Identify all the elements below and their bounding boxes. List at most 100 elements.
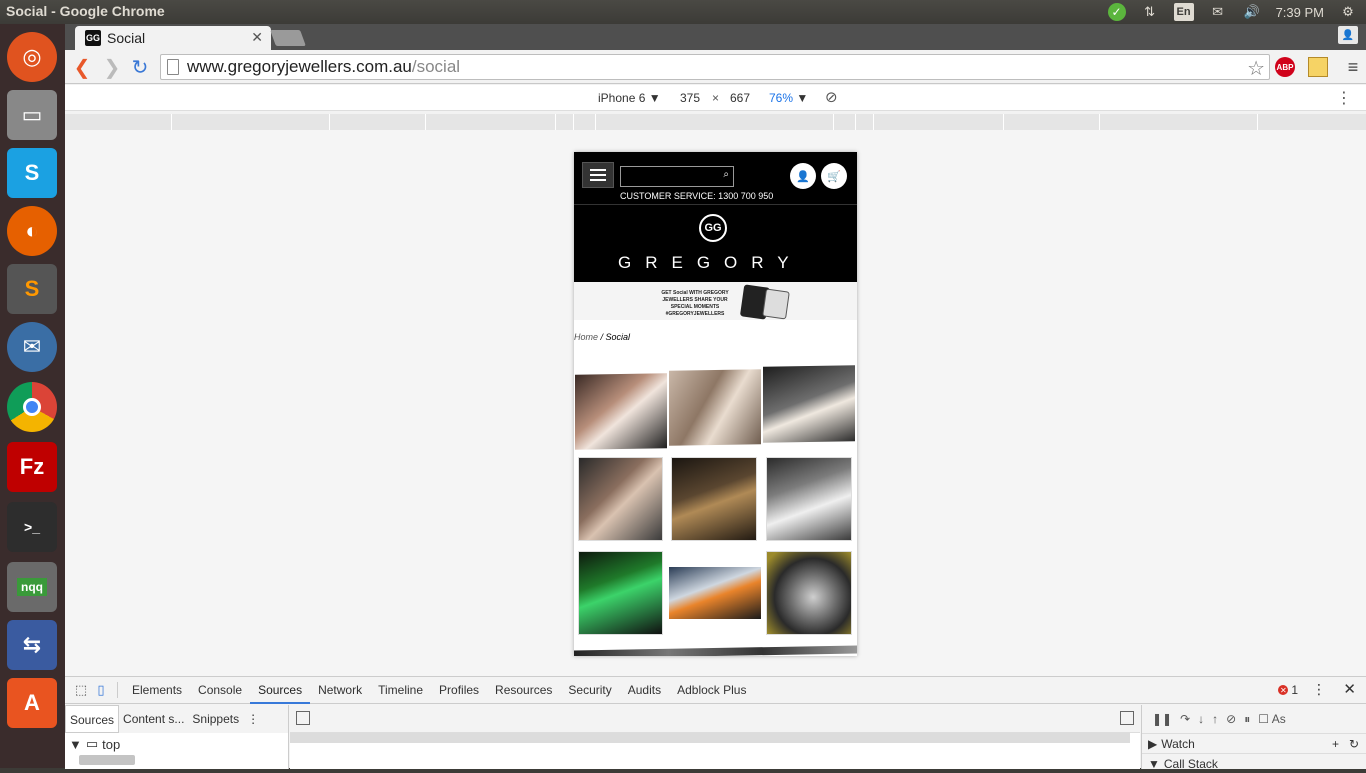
devtools-close-icon[interactable]: ✕ <box>1343 680 1356 698</box>
devtools-menu-icon[interactable]: ⋮ <box>1312 681 1326 698</box>
thunderbird-icon[interactable]: ✉ <box>7 322 57 372</box>
device-height[interactable]: 667 <box>730 91 750 105</box>
gregory-logo-text[interactable]: GREGORY <box>618 253 818 273</box>
navigator-more-icon[interactable]: ⋮ <box>243 705 263 733</box>
volume-icon[interactable]: 🔊 <box>1242 3 1262 21</box>
tab-sources[interactable]: Sources <box>250 677 311 704</box>
deactivate-breakpoints-icon[interactable]: ⊘ <box>1226 712 1236 726</box>
device-width[interactable]: 375 <box>680 91 700 105</box>
subtab-snippets[interactable]: Snippets <box>188 705 243 733</box>
async-label: As <box>1271 712 1286 726</box>
search-icon[interactable]: ⌕ <box>723 169 729 180</box>
back-arrow-icon[interactable]: ❮ <box>71 56 93 79</box>
ubuntu-icon[interactable]: ◎ <box>7 32 57 82</box>
watch-label: Watch <box>1161 736 1195 751</box>
notes-extension-icon[interactable] <box>1308 57 1328 77</box>
chrome-menu-icon[interactable]: ≡ <box>1343 57 1363 77</box>
social-photo[interactable] <box>763 365 855 443</box>
tree-item-top[interactable]: ▼ ▭ top <box>69 736 120 752</box>
rotate-icon[interactable]: ⊘ <box>825 88 838 106</box>
tab-network[interactable]: Network <box>310 677 370 704</box>
pause-icon[interactable]: ❚❚ <box>1152 712 1172 726</box>
skype-icon[interactable]: S <box>7 148 57 198</box>
bookmark-star-icon[interactable]: ☆ <box>1247 56 1265 81</box>
terminal-icon[interactable]: >_ <box>7 502 57 552</box>
hamburger-menu-icon[interactable] <box>582 162 614 188</box>
network-transfer-icon[interactable]: ⇅ <box>1140 3 1160 21</box>
social-photo[interactable] <box>669 369 761 446</box>
social-photo[interactable] <box>575 373 667 450</box>
settings-gear-icon[interactable]: ⚙ <box>1338 3 1358 21</box>
site-search-input[interactable]: ⌕ <box>620 166 734 187</box>
social-photo[interactable] <box>766 457 852 541</box>
watch-section[interactable]: ▶ Watch + ↻ <box>1142 733 1366 753</box>
tab-profiles[interactable]: Profiles <box>431 677 487 704</box>
tab-audits[interactable]: Audits <box>620 677 669 704</box>
firefox-icon[interactable]: ◐ <box>7 206 57 256</box>
forward-arrow-icon[interactable]: ❯ <box>101 56 123 79</box>
gregory-logo-mark[interactable]: GG <box>699 214 727 242</box>
tab-elements[interactable]: Elements <box>124 677 190 704</box>
sync-ok-icon[interactable]: ✓ <box>1107 3 1126 21</box>
keyboard-layout-indicator[interactable]: En <box>1173 3 1194 21</box>
clock[interactable]: 7:39 PM <box>1276 5 1324 20</box>
account-icon[interactable]: 👤 <box>790 163 816 189</box>
social-photo[interactable] <box>669 567 761 619</box>
tab-close-icon[interactable]: ✕ <box>251 29 263 46</box>
filezilla-icon[interactable]: Fz <box>7 442 57 492</box>
expand-triangle-icon[interactable]: ▼ <box>69 737 82 752</box>
tab-timeline[interactable]: Timeline <box>370 677 431 704</box>
breadcrumb-home-link[interactable]: Home <box>574 332 598 342</box>
tab-social[interactable]: GG Social ✕ <box>75 26 271 50</box>
software-center-icon[interactable]: A <box>7 678 57 728</box>
toggle-navigator-icon[interactable] <box>296 711 310 725</box>
refresh-watch-icon[interactable]: ↻ <box>1349 737 1359 751</box>
call-stack-section[interactable]: ▼ Call Stack <box>1142 753 1366 773</box>
sublime-icon[interactable]: S <box>7 264 57 314</box>
mail-icon[interactable]: ✉ <box>1208 3 1228 21</box>
editor-area[interactable] <box>290 733 1140 769</box>
adblock-plus-icon[interactable]: ABP <box>1275 57 1295 77</box>
step-over-icon[interactable]: ↷ <box>1180 712 1190 726</box>
profile-icon[interactable]: 👤 <box>1338 26 1358 44</box>
social-photo-strip[interactable] <box>574 645 857 656</box>
tab-adblock-plus[interactable]: Adblock Plus <box>669 677 754 704</box>
address-bar[interactable]: www.gregoryjewellers.com.au/social ☆ <box>160 54 1270 80</box>
step-out-icon[interactable]: ↑ <box>1212 712 1218 726</box>
social-photo[interactable] <box>578 551 663 635</box>
tab-security[interactable]: Security <box>560 677 619 704</box>
zoom-select[interactable]: 76% ▼ <box>769 91 808 105</box>
social-photo[interactable] <box>671 457 757 541</box>
breadcrumb-separator: / <box>598 332 606 342</box>
inspect-element-icon[interactable]: ⬚ <box>71 680 91 700</box>
tree-scrollbar[interactable] <box>79 755 135 765</box>
add-watch-icon[interactable]: + <box>1332 737 1339 751</box>
new-tab-button[interactable] <box>270 30 306 46</box>
tab-console[interactable]: Console <box>190 677 250 704</box>
social-photo[interactable] <box>766 551 852 635</box>
page-icon <box>167 59 179 75</box>
social-photo[interactable] <box>578 457 663 541</box>
chrome-icon[interactable] <box>7 382 57 432</box>
launcher: ◎ ▭ S ◐ S ✉ Fz >_ nqq ⇆ A <box>0 24 65 768</box>
tab-resources[interactable]: Resources <box>487 677 560 704</box>
pause-on-exceptions-icon[interactable]: ⏸ <box>1244 712 1250 727</box>
reload-icon[interactable]: ↻ <box>129 56 151 79</box>
subtab-content-scripts[interactable]: Content s... <box>119 705 188 733</box>
async-checkbox[interactable]: ☐ As <box>1258 712 1285 726</box>
device-more-icon[interactable]: ⋮ <box>1336 88 1352 108</box>
device-select[interactable]: iPhone 6 ▼ <box>598 91 661 105</box>
error-counter[interactable]: ✕ 1 <box>1278 683 1298 697</box>
nqq-icon[interactable]: nqq <box>7 562 57 612</box>
media-query-ruler[interactable] <box>65 114 1366 130</box>
toggle-debugger-icon[interactable] <box>1120 711 1134 725</box>
device-mode-icon[interactable]: ▯ <box>91 680 111 700</box>
social-banner[interactable]: GET Social WITH GREGORY JEWELLERS SHARE … <box>574 282 857 320</box>
cart-icon[interactable]: 🛒 <box>821 163 847 189</box>
breadcrumb-current: Social <box>605 332 631 342</box>
step-into-icon[interactable]: ↓ <box>1198 712 1204 726</box>
files-icon[interactable]: ▭ <box>7 90 57 140</box>
subtab-sources[interactable]: Sources <box>65 705 120 733</box>
editor-scrollbar[interactable] <box>290 733 1130 743</box>
network-icon[interactable]: ⇆ <box>7 620 57 670</box>
